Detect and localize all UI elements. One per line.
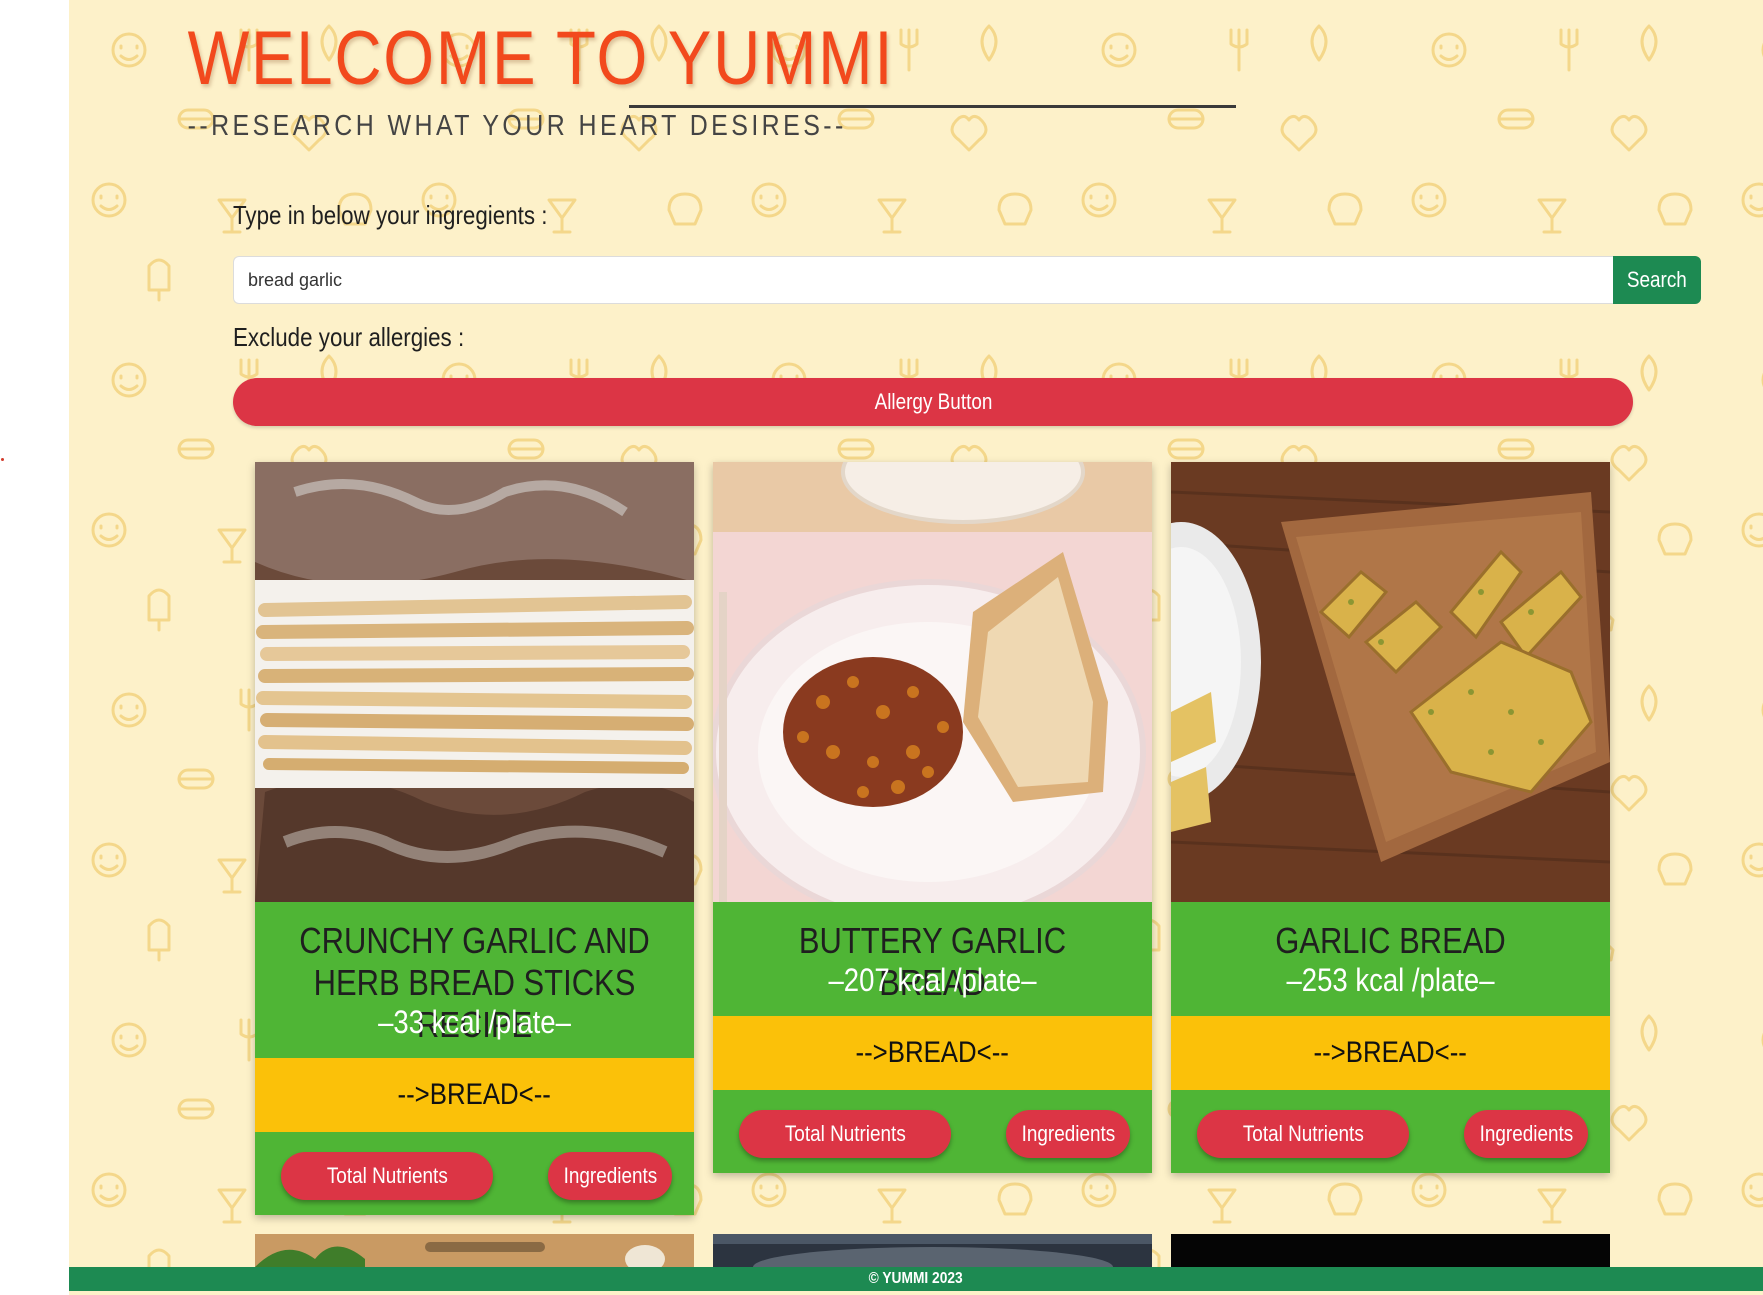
recipe-category-label: -->BREAD<-- <box>1313 1036 1468 1069</box>
recipe-card-partial <box>255 1234 694 1267</box>
recipe-category: -->BREAD<-- <box>255 1058 694 1132</box>
allergy-button-label: Allergy Button <box>874 389 992 414</box>
recipe-image <box>713 462 1152 902</box>
ingredients-button[interactable]: Ingredients <box>1006 1110 1130 1158</box>
recipe-category: -->BREAD<-- <box>1171 1016 1610 1090</box>
recipe-calories: –207 kcal /plate– <box>828 962 1037 998</box>
page: WELCOME TO YUMMI --RESEARCH WHAT YOUR HE… <box>69 0 1763 1295</box>
recipe-title-line1: GARLIC BREAD <box>1275 920 1506 961</box>
footer-copyright: © YUMMI 2023 <box>868 1270 964 1287</box>
footer: © YUMMI 2023 <box>69 1267 1763 1291</box>
search-bar: Search <box>233 256 1701 304</box>
stray-dot <box>1 458 4 461</box>
recipe-category: -->BREAD<-- <box>713 1016 1152 1090</box>
total-nutrients-label: Total Nutrients <box>326 1163 448 1188</box>
recipe-card-partial <box>713 1234 1152 1267</box>
recipe-card: BUTTERY GARLIC BREAD –207 kcal /plate– -… <box>713 462 1152 1173</box>
recipe-image <box>255 462 694 902</box>
page-subtitle: --RESEARCH WHAT YOUR HEART DESIRES-- <box>187 110 847 142</box>
ingredients-label-text: Ingredients <box>563 1163 657 1188</box>
footer-bottom-edge <box>69 1291 1763 1295</box>
page-title: WELCOME TO YUMMI <box>187 16 895 101</box>
recipe-card-partial <box>1171 1234 1610 1267</box>
recipe-category-label: -->BREAD<-- <box>855 1036 1010 1069</box>
total-nutrients-button[interactable]: Total Nutrients <box>281 1152 493 1200</box>
total-nutrients-button[interactable]: Total Nutrients <box>1197 1110 1409 1158</box>
ingredients-button[interactable]: Ingredients <box>548 1152 672 1200</box>
recipe-card: GARLIC BREAD –253 kcal /plate– -->BREAD<… <box>1171 462 1610 1173</box>
recipe-image <box>1171 462 1610 902</box>
ingredients-search-input[interactable] <box>233 256 1613 304</box>
ingredients-label: Type in below your ingregients : <box>233 200 548 230</box>
recipe-calories: –33 kcal /plate– <box>378 1004 571 1040</box>
search-button-label: Search <box>1627 267 1687 292</box>
recipe-calories: –253 kcal /plate– <box>1286 962 1495 998</box>
ingredients-label-text: Ingredients <box>1479 1121 1573 1146</box>
recipe-title-line1: CRUNCHY GARLIC AND <box>299 920 650 961</box>
total-nutrients-button[interactable]: Total Nutrients <box>739 1110 951 1158</box>
allergies-label: Exclude your allergies : <box>233 322 465 352</box>
recipe-card: CRUNCHY GARLIC AND HERB BREAD STICKS REC… <box>255 462 694 1215</box>
total-nutrients-label: Total Nutrients <box>784 1121 906 1146</box>
search-button[interactable]: Search <box>1613 256 1701 304</box>
left-margin <box>0 0 69 1295</box>
allergy-button[interactable]: Allergy Button <box>233 378 1633 426</box>
total-nutrients-label: Total Nutrients <box>1242 1121 1364 1146</box>
recipe-category-label: -->BREAD<-- <box>397 1078 552 1111</box>
ingredients-button[interactable]: Ingredients <box>1464 1110 1588 1158</box>
ingredients-label-text: Ingredients <box>1021 1121 1115 1146</box>
